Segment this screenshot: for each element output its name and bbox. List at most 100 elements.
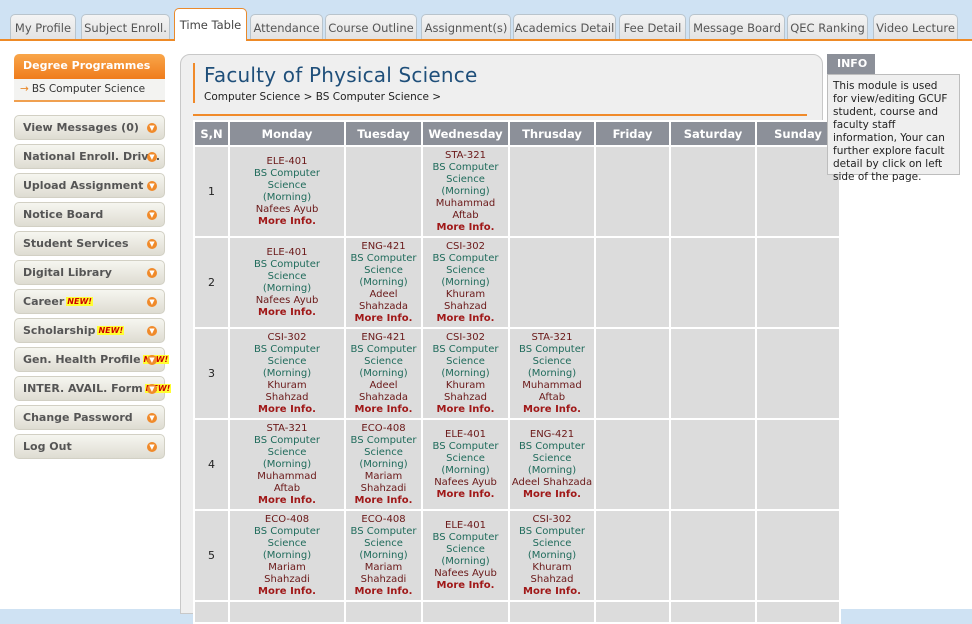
row-number: 3 xyxy=(195,329,228,418)
tab-attendance[interactable]: Attendance xyxy=(250,14,323,40)
empty-slot xyxy=(596,238,669,327)
degree-item-bs-computer-science[interactable]: → BS Computer Science xyxy=(14,79,165,102)
tab-qec-ranking[interactable]: QEC Ranking xyxy=(787,14,868,40)
more-info-link[interactable]: More Info. xyxy=(230,495,344,507)
empty-slot xyxy=(757,511,839,600)
course-code: ELE-401 xyxy=(266,246,308,258)
more-info-link[interactable]: More Info. xyxy=(423,313,508,325)
tab-video-lecture[interactable]: Video Lecture xyxy=(873,14,958,40)
empty-slot xyxy=(596,147,669,236)
program-name: (Morning) xyxy=(441,367,490,379)
class-slot: ELE-401 BS Computer Science (Morning) Nafees… xyxy=(423,511,508,600)
more-info-link[interactable]: More Info. xyxy=(510,404,594,416)
degree-item-label: BS Computer Science xyxy=(31,83,146,95)
faculty-name: Aftab xyxy=(273,482,301,494)
course-code: ECO-408 xyxy=(361,513,406,525)
more-info-link[interactable]: More Info. xyxy=(423,404,508,416)
more-info-link[interactable]: More Info. xyxy=(423,489,508,501)
column-header: S,N xyxy=(195,122,228,145)
empty-slot xyxy=(671,147,755,236)
sidebar-item-gen-health-profile[interactable]: Gen. Health ProfileNEW!▼ xyxy=(14,347,170,372)
program-name: (Morning) xyxy=(441,464,490,476)
tab-fee-detail[interactable]: Fee Detail xyxy=(619,14,686,40)
sidebar-item-label: Notice Board xyxy=(23,208,104,221)
tab-academics-detail[interactable]: Academics Detail xyxy=(513,14,616,40)
column-header: Saturday xyxy=(671,122,755,145)
sidebar-item-log-out[interactable]: Log Out ▼ xyxy=(14,434,165,459)
more-info-link[interactable]: More Info. xyxy=(346,586,421,598)
program-name: (Morning) xyxy=(262,282,312,294)
sidebar-item-label: View Messages (0) xyxy=(23,121,139,134)
program-name: BS Computer xyxy=(432,343,499,355)
faculty-name: Shahzadi xyxy=(360,482,407,494)
more-info-link[interactable]: More Info. xyxy=(230,307,344,319)
program-name: Science xyxy=(532,537,572,549)
class-slot: ENG-421 BS Computer Science (Morning) Adeel S… xyxy=(346,329,421,418)
faculty-name: Shahzadi xyxy=(264,573,310,585)
chevron-down-icon: ▼ xyxy=(147,442,157,452)
tab-time-table[interactable]: Time Table xyxy=(174,8,247,41)
program-name: BS Computer xyxy=(432,531,499,543)
program-name: Science xyxy=(446,264,485,276)
program-name: (Morning) xyxy=(262,549,312,561)
more-info-link[interactable]: More Info. xyxy=(423,580,508,592)
faculty-name: Khuram xyxy=(532,561,572,573)
tab-my-profile[interactable]: My Profile xyxy=(10,14,76,40)
empty-slot xyxy=(195,602,228,622)
more-info-link[interactable]: More Info. xyxy=(230,404,344,416)
more-info-link[interactable]: More Info. xyxy=(510,586,594,598)
empty-slot xyxy=(596,329,669,418)
program-name: BS Computer xyxy=(519,440,585,452)
program-name: Science xyxy=(364,355,403,367)
faculty-name: Shahzadi xyxy=(360,573,407,585)
course-code: STA-321 xyxy=(445,149,486,161)
chevron-down-icon: ▼ xyxy=(147,152,157,162)
more-info-link[interactable]: More Info. xyxy=(346,404,421,416)
more-info-link[interactable]: More Info. xyxy=(510,489,594,501)
sidebar-item-scholarship[interactable]: Scholarship NEW! ▼ xyxy=(14,318,165,343)
sidebar-item-inter-avail-form[interactable]: INTER. AVAIL. Form NEW! ▼ xyxy=(14,376,172,401)
sidebar-item-label: National Enroll. Drive. xyxy=(23,150,161,163)
sidebar-item-career[interactable]: Career NEW! ▼ xyxy=(14,289,165,314)
sidebar-item-change-password[interactable]: Change Password ▼ xyxy=(14,405,165,430)
program-name: BS Computer xyxy=(254,258,320,270)
program-name: Science xyxy=(267,270,307,282)
more-info-link[interactable]: More Info. xyxy=(346,495,421,507)
more-info-link[interactable]: More Info. xyxy=(230,586,344,598)
table-row: 1 ELE-401 BS Computer Science (Morning) Nafee… xyxy=(195,147,839,236)
tab-subject-enroll[interactable]: Subject Enroll. xyxy=(81,14,170,40)
sidebar-item-national-enroll-drive[interactable]: National Enroll. Drive. ▼ xyxy=(14,144,165,169)
course-code: STA-321 xyxy=(531,331,573,343)
more-info-link[interactable]: More Info. xyxy=(230,216,344,228)
program-name: BS Computer xyxy=(350,252,417,264)
sidebar-item-upload-assignment[interactable]: Upload Assignment ▼ xyxy=(14,173,165,198)
program-name: BS Computer xyxy=(254,434,320,446)
chevron-down-icon: ▼ xyxy=(147,239,157,249)
tab-course-outline[interactable]: Course Outline xyxy=(325,14,417,40)
sidebar-item-view-messages-0[interactable]: View Messages (0) ▼ xyxy=(14,115,165,140)
chevron-down-icon: ▼ xyxy=(147,210,157,220)
faculty-name: Shahzada xyxy=(358,391,408,403)
faculty-name: Shahzad xyxy=(265,391,309,403)
program-name: Science xyxy=(364,537,403,549)
empty-slot xyxy=(671,511,755,600)
more-info-link[interactable]: More Info. xyxy=(423,222,508,234)
chevron-down-icon: ▼ xyxy=(147,268,157,278)
program-name: Science xyxy=(267,355,307,367)
chevron-down-icon: ▼ xyxy=(147,181,157,191)
faculty-name: Muhammad xyxy=(435,197,496,209)
faculty-name: Shahzada xyxy=(358,300,408,312)
program-name: (Morning) xyxy=(262,367,312,379)
more-info-link[interactable]: More Info. xyxy=(346,313,421,325)
sidebar-item-digital-library[interactable]: Digital Library ▼ xyxy=(14,260,165,285)
sidebar-item-notice-board[interactable]: Notice Board ▼ xyxy=(14,202,165,227)
empty-slot xyxy=(757,329,839,418)
empty-slot xyxy=(671,602,755,622)
faculty-name: Adeel Shahzada xyxy=(511,476,593,488)
empty-slot xyxy=(671,238,755,327)
sidebar-item-student-services[interactable]: Student Services ▼ xyxy=(14,231,165,256)
course-code: ELE-401 xyxy=(445,519,486,531)
program-name: BS Computer xyxy=(350,434,417,446)
tab-assignment-s[interactable]: Assignment(s) xyxy=(421,14,511,40)
tab-message-board[interactable]: Message Board xyxy=(689,14,785,40)
